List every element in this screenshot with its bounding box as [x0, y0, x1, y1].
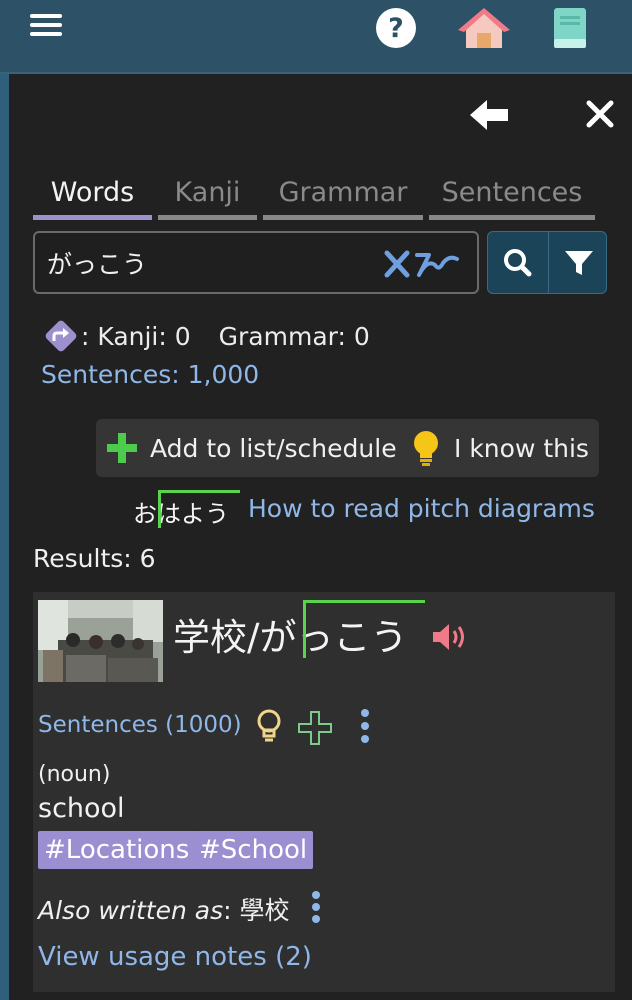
- book-icon[interactable]: [552, 6, 588, 50]
- tab-sentences[interactable]: Sentences: [429, 176, 595, 220]
- word-thumbnail-image[interactable]: [38, 600, 163, 682]
- hamburger-menu-icon[interactable]: [30, 14, 62, 40]
- plus-outline-icon[interactable]: [297, 710, 333, 746]
- tab-kanji-label: Kanji: [174, 177, 241, 208]
- tab-grammar[interactable]: Grammar: [263, 176, 423, 220]
- search-field[interactable]: [33, 231, 479, 294]
- alternate-forms-more-icon[interactable]: [306, 889, 326, 925]
- i-know-this-button[interactable]: I know this: [410, 419, 589, 477]
- related-counts: : Kanji: 0 Grammar: 0: [41, 316, 370, 356]
- word-result-card: 学校/がっこう Sentences (1000) (noun) school #…: [33, 592, 615, 992]
- tab-sentences-underline: [429, 215, 595, 220]
- view-usage-notes-link[interactable]: View usage notes (2): [38, 942, 312, 972]
- lightbulb-icon: [414, 431, 438, 466]
- word-meaning: school: [38, 793, 125, 824]
- directions-diamond-icon: [45, 320, 77, 352]
- pitch-accent-line: [158, 490, 240, 528]
- search-button[interactable]: [488, 232, 548, 293]
- clear-ime-icon[interactable]: [383, 245, 463, 283]
- kanji-count: : Kanji: 0: [81, 321, 191, 351]
- entry-sentences-link[interactable]: Sentences (1000): [38, 712, 242, 738]
- more-options-icon[interactable]: [355, 706, 375, 746]
- search-input[interactable]: [47, 241, 377, 285]
- tab-kanji-underline: [158, 215, 257, 220]
- tab-sentences-label: Sentences: [441, 177, 583, 208]
- i-know-this-label: I know this: [454, 433, 589, 463]
- results-count: Results: 6: [33, 544, 156, 573]
- also-written-as: Also written as: 學校: [38, 891, 289, 927]
- arrow-left-icon[interactable]: [470, 100, 510, 130]
- home-icon[interactable]: [458, 6, 510, 50]
- plus-icon: [107, 433, 137, 463]
- tab-words-label: Words: [50, 177, 135, 208]
- tab-grammar-label: Grammar: [278, 177, 408, 208]
- add-to-list-label: Add to list/schedule: [150, 433, 397, 463]
- filter-button[interactable]: [549, 232, 606, 293]
- search-button-group: [487, 231, 607, 294]
- top-bar: ?: [0, 0, 632, 74]
- action-bar: Add to list/schedule I know this: [96, 419, 599, 477]
- also-written-label: Also written as: [38, 896, 224, 925]
- close-icon[interactable]: [584, 98, 616, 130]
- title-pitch-accent-line: [303, 600, 425, 658]
- question-circle-icon[interactable]: ?: [374, 6, 418, 50]
- tab-words[interactable]: Words: [33, 176, 152, 220]
- tag-school[interactable]: #School: [193, 831, 314, 869]
- part-of-speech: (noun): [38, 762, 111, 787]
- sentences-count-link[interactable]: Sentences: 1,000: [41, 360, 259, 389]
- tag-locations[interactable]: #Locations: [38, 831, 196, 869]
- add-to-list-button[interactable]: Add to list/schedule: [104, 419, 397, 477]
- tab-kanji[interactable]: Kanji: [158, 176, 257, 220]
- left-rail: [0, 74, 9, 1000]
- pitch-diagrams-link[interactable]: How to read pitch diagrams: [248, 494, 595, 523]
- svg-text:?: ?: [388, 13, 404, 44]
- lightbulb-outline-icon[interactable]: [255, 708, 283, 744]
- tab-grammar-underline: [263, 215, 423, 220]
- also-written-value: : 學校: [223, 896, 290, 925]
- search-icon: [504, 249, 532, 277]
- tab-words-underline: [33, 215, 152, 220]
- grammar-count: Grammar: 0: [218, 321, 370, 351]
- filter-icon: [565, 251, 593, 275]
- speaker-icon[interactable]: [431, 620, 471, 654]
